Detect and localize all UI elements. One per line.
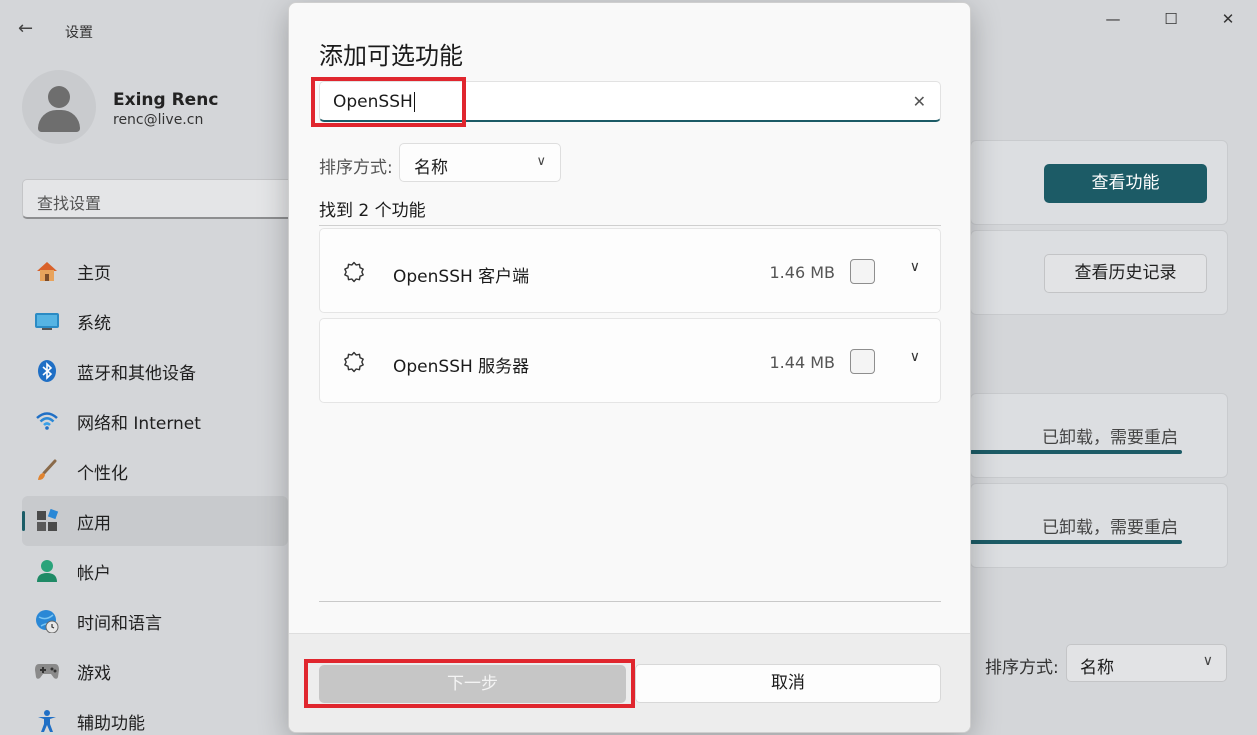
feature-item[interactable]: OpenSSH 服务器 1.44 MB ∨ — [319, 318, 941, 403]
progress-bar — [970, 540, 1182, 544]
avatar[interactable] — [22, 70, 96, 144]
sort-dropdown[interactable]: 名称 ∨ — [1066, 644, 1227, 682]
status-text: 已卸载，需要重启 — [1042, 518, 1178, 538]
clear-icon[interactable]: ✕ — [913, 92, 926, 111]
feature-size: 1.44 MB — [769, 353, 836, 372]
wifi-icon — [34, 408, 60, 434]
results-count: 找到 2 个功能 — [319, 201, 426, 221]
sort-value: 名称 — [1080, 658, 1114, 678]
accessibility-icon — [34, 708, 60, 734]
add-optional-feature-dialog: 添加可选功能 OpenSSH ✕ 排序方式: 名称 ∨ 找到 2 个功能 Ope… — [288, 2, 971, 733]
settings-search-input[interactable]: 查找设置 — [22, 179, 312, 219]
apps-icon — [34, 508, 60, 534]
sidebar-item-apps[interactable]: 应用 — [22, 496, 288, 546]
sidebar-item-gaming[interactable]: 游戏 — [22, 646, 288, 696]
sort-dropdown[interactable]: 名称 ∨ — [399, 143, 561, 182]
divider — [319, 225, 941, 226]
avatar-head-shape — [48, 86, 70, 108]
sidebar-item-label: 游戏 — [77, 663, 111, 684]
sidebar-item-label: 时间和语言 — [77, 613, 162, 634]
feature-name: OpenSSH 客户端 — [393, 267, 530, 287]
feature-size: 1.46 MB — [769, 263, 836, 282]
account-icon — [34, 558, 60, 584]
highlight-box-search — [311, 77, 466, 127]
feature-item[interactable]: OpenSSH 客户端 1.46 MB ∨ — [319, 228, 941, 313]
sidebar-item-accounts[interactable]: 帐户 — [22, 546, 288, 596]
maximize-icon[interactable]: ☐ — [1151, 10, 1191, 30]
chevron-down-icon[interactable]: ∨ — [910, 259, 920, 275]
dialog-title: 添加可选功能 — [319, 42, 463, 70]
sidebar-item-label: 主页 — [77, 263, 111, 284]
highlight-box-next — [304, 659, 635, 708]
close-icon[interactable]: ✕ — [1208, 10, 1248, 30]
sidebar-item-label: 个性化 — [77, 463, 128, 484]
sort-value: 名称 — [414, 158, 448, 178]
sidebar-item-system[interactable]: 系统 — [22, 296, 288, 346]
profile-email: renc@live.cn — [113, 112, 204, 128]
sort-label: 排序方式: — [319, 158, 393, 178]
home-icon — [34, 258, 60, 284]
chevron-down-icon[interactable]: ∨ — [910, 349, 920, 365]
profile-name: Exing Renc — [113, 90, 219, 110]
chevron-down-icon: ∨ — [536, 154, 546, 169]
divider — [319, 601, 941, 602]
sidebar-item-label: 系统 — [77, 313, 111, 334]
puzzle-gear-icon — [344, 261, 364, 283]
sort-label: 排序方式: — [985, 658, 1059, 678]
window-title: 设置 — [65, 25, 93, 41]
avatar-body-shape — [38, 110, 80, 132]
sidebar-nav: 主页 系统 蓝牙和其他设备 网络和 Internet 个性化 应用 帐户 时间和… — [22, 246, 288, 735]
feature-checkbox[interactable] — [850, 349, 875, 374]
view-history-button[interactable]: 查看历史记录 — [1044, 254, 1207, 293]
minimize-icon[interactable]: — — [1093, 10, 1133, 30]
status-text: 已卸载，需要重启 — [1042, 428, 1178, 448]
sidebar-item-label: 辅助功能 — [77, 713, 145, 734]
back-arrow-icon[interactable]: ← — [18, 18, 46, 46]
sidebar-item-bluetooth[interactable]: 蓝牙和其他设备 — [22, 346, 288, 396]
puzzle-gear-icon — [344, 351, 364, 373]
cancel-button[interactable]: 取消 — [635, 664, 941, 703]
progress-bar — [970, 450, 1182, 454]
bluetooth-icon — [34, 358, 60, 384]
gamepad-icon — [34, 658, 60, 684]
sidebar-item-label: 蓝牙和其他设备 — [77, 363, 196, 384]
sidebar-item-label: 帐户 — [77, 563, 111, 584]
sidebar-item-label: 应用 — [77, 513, 111, 534]
sidebar-item-label: 网络和 Internet — [77, 413, 201, 434]
sidebar-item-personalization[interactable]: 个性化 — [22, 446, 288, 496]
sidebar-item-accessibility[interactable]: 辅助功能 — [22, 696, 288, 735]
feature-name: OpenSSH 服务器 — [393, 357, 530, 377]
chevron-down-icon: ∨ — [1202, 653, 1213, 669]
view-features-button[interactable]: 查看功能 — [1044, 164, 1207, 203]
sidebar-item-network[interactable]: 网络和 Internet — [22, 396, 288, 446]
sidebar-item-time-language[interactable]: 时间和语言 — [22, 596, 288, 646]
feature-checkbox[interactable] — [850, 259, 875, 284]
globe-clock-icon — [34, 608, 60, 634]
sidebar-item-home[interactable]: 主页 — [22, 246, 288, 296]
brush-icon — [34, 458, 60, 484]
system-icon — [34, 308, 60, 334]
